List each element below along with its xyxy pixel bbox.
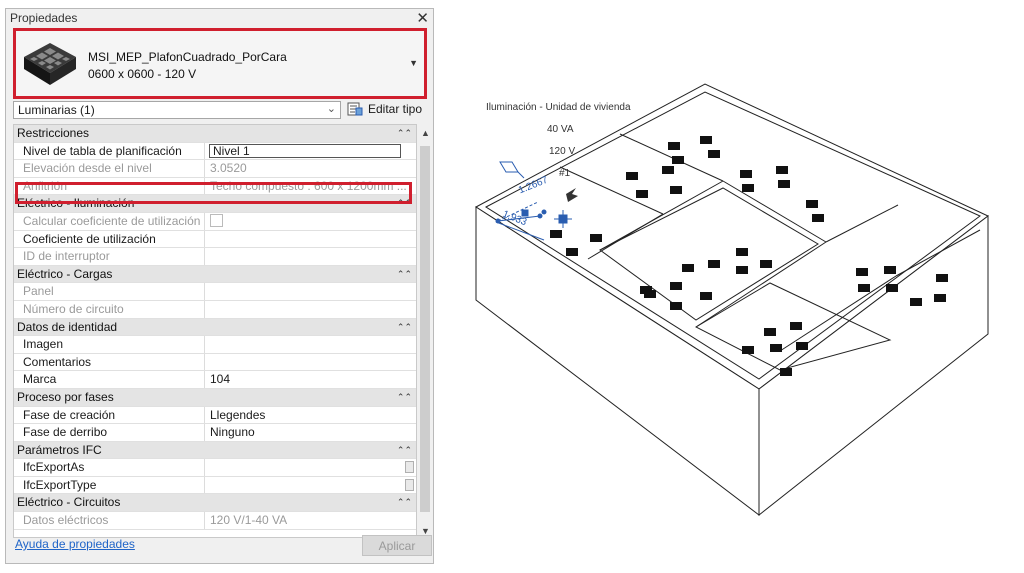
- section-identidad[interactable]: Datos de identidad ⌃⌃: [14, 318, 416, 337]
- prop-row-anfitrion: Anfitrión Techo compuesto : 600 x 1200mm…: [14, 177, 416, 196]
- prop-row-panel: Panel: [14, 283, 416, 301]
- edit-type-icon: [347, 102, 363, 116]
- prop-row-derribo[interactable]: Fase de derribo Ninguno: [14, 424, 416, 442]
- edit-value-button[interactable]: [405, 461, 414, 474]
- prop-value: [206, 301, 416, 318]
- prop-value[interactable]: [206, 477, 416, 494]
- prop-label: Elevación desde el nivel: [14, 160, 205, 177]
- type-family-name: MSI_MEP_PlafonCuadrado_PorCara: [88, 50, 287, 64]
- prop-row-elevacion: Elevación desde el nivel 3.0520: [14, 160, 416, 178]
- close-icon[interactable]: ✕: [416, 9, 429, 27]
- edit-type-label: Editar tipo: [368, 102, 423, 116]
- prop-label: Marca: [14, 371, 205, 388]
- ceiling-light-thumbnail: [24, 43, 76, 85]
- prop-value[interactable]: Llegendes: [206, 407, 416, 424]
- prop-value[interactable]: [206, 354, 416, 371]
- prop-row-calc-coef[interactable]: Calcular coeficiente de utilización: [14, 212, 416, 231]
- prop-row-datos-electricos: Datos eléctricos 120 V/1-40 VA: [14, 512, 416, 530]
- section-ifc[interactable]: Parámetros IFC ⌃⌃: [14, 441, 416, 460]
- prop-row-interruptor[interactable]: ID de interruptor: [14, 248, 416, 266]
- prop-label: Coeficiente de utilización: [14, 230, 205, 248]
- prop-row-circuito: Número de circuito: [14, 300, 416, 319]
- prop-label: Imagen: [14, 336, 205, 353]
- prop-row-exporttype[interactable]: IfcExportType: [14, 476, 416, 495]
- prop-label: Calcular coeficiente de utilización: [14, 212, 205, 230]
- prop-value: Techo compuesto : 600 x 1200mm ...: [210, 178, 407, 193]
- scrollbar-thumb[interactable]: [420, 146, 430, 512]
- prop-label: Comentarios: [14, 353, 205, 371]
- prop-row-marca[interactable]: Marca 104: [14, 371, 416, 389]
- workplane-icon: [499, 161, 525, 179]
- chevron-down-icon: ⌄: [326, 103, 336, 115]
- tag-line-1[interactable]: Iluminación - Unidad de vivienda: [486, 102, 631, 113]
- grid-scrollbar[interactable]: ▲ ▼: [418, 124, 433, 538]
- category-filter-value: Luminarias (1): [18, 103, 95, 117]
- prop-label: Número de circuito: [14, 300, 205, 318]
- section-restricciones[interactable]: Restricciones ⌃⌃: [14, 125, 416, 143]
- section-title: Eléctrico - Iluminación: [17, 196, 135, 211]
- section-title: Restricciones: [17, 126, 90, 140]
- collapse-icon[interactable]: ⌃⌃: [397, 494, 412, 512]
- collapse-icon[interactable]: ⌃⌃: [397, 125, 412, 143]
- properties-grid: Restricciones ⌃⌃ Nivel de tabla de plani…: [13, 124, 417, 538]
- prop-label: Datos eléctricos: [14, 512, 205, 529]
- 3d-view[interactable]: Iluminación - Unidad de vivienda 40 VA 1…: [440, 70, 1024, 570]
- type-name: 0600 x 0600 - 120 V: [88, 67, 197, 81]
- edit-type-button[interactable]: Editar tipo: [347, 100, 429, 120]
- calc-coef-checkbox[interactable]: [210, 214, 223, 228]
- scroll-up-icon[interactable]: ▲: [421, 128, 430, 138]
- collapse-icon[interactable]: ⌃⌃: [397, 319, 412, 337]
- section-circuitos[interactable]: Eléctrico - Circuitos ⌃⌃: [14, 494, 416, 513]
- palette-title: Propiedades: [10, 11, 78, 25]
- prop-value: [206, 213, 416, 230]
- prop-value[interactable]: 104: [206, 371, 416, 388]
- prop-label: Fase de derribo: [14, 424, 205, 441]
- dropdown-arrow-icon[interactable]: ▼: [409, 58, 418, 68]
- type-selector[interactable]: MSI_MEP_PlafonCuadrado_PorCara 0600 x 06…: [13, 28, 427, 99]
- apply-button[interactable]: Aplicar: [362, 535, 432, 556]
- collapse-icon[interactable]: ⌃⌃: [397, 442, 412, 460]
- prop-value[interactable]: Ninguno: [206, 424, 416, 441]
- nivel-input[interactable]: Nivel 1: [209, 143, 401, 158]
- prop-row-exportas[interactable]: IfcExportAs: [14, 459, 416, 477]
- prop-row-nivel[interactable]: Nivel de tabla de planificación Nivel 1: [14, 142, 416, 161]
- collapse-icon[interactable]: ⌃⌃: [397, 389, 412, 407]
- prop-label: Anfitrión: [14, 177, 205, 195]
- prop-label: IfcExportType: [14, 476, 205, 494]
- prop-value[interactable]: [206, 336, 416, 353]
- tag-line-2: 40 VA: [547, 124, 574, 135]
- collapse-icon[interactable]: ⌃⌃: [397, 195, 412, 213]
- prop-value[interactable]: [206, 459, 416, 476]
- prop-row-coef[interactable]: Coeficiente de utilización: [14, 230, 416, 249]
- prop-label: Nivel de tabla de planificación: [14, 142, 205, 160]
- isometric-model[interactable]: [440, 70, 1024, 570]
- section-title: Eléctrico - Cargas: [17, 266, 113, 281]
- prop-value: 120 V/1-40 VA: [210, 513, 288, 528]
- prop-label: IfcExportAs: [14, 459, 205, 476]
- properties-palette: Propiedades ✕ MSI_MEP_PlafonCuadrado_Por…: [5, 8, 434, 564]
- prop-row-creacion[interactable]: Fase de creación Llegendes: [14, 406, 416, 425]
- section-title: Parámetros IFC: [17, 442, 102, 457]
- section-cargas[interactable]: Eléctrico - Cargas ⌃⌃: [14, 265, 416, 284]
- category-filter-select[interactable]: Luminarias (1) ⌄: [13, 101, 341, 119]
- section-fases[interactable]: Proceso por fases ⌃⌃: [14, 388, 416, 407]
- tag-line-3: 120 V: [549, 146, 576, 157]
- prop-row-comentarios[interactable]: Comentarios: [14, 353, 416, 372]
- section-title: Eléctrico - Circuitos: [17, 495, 121, 510]
- prop-value: 3.0520: [210, 161, 247, 176]
- prop-value: [206, 283, 416, 300]
- prop-row-imagen[interactable]: Imagen: [14, 336, 416, 354]
- collapse-icon[interactable]: ⌃⌃: [397, 266, 412, 284]
- section-iluminacion[interactable]: Eléctrico - Iluminación ⌃⌃: [14, 195, 416, 213]
- prop-label: Fase de creación: [14, 406, 205, 424]
- tag-line-4: #1: [559, 168, 571, 179]
- prop-label: Panel: [14, 283, 205, 300]
- section-title: Datos de identidad: [17, 319, 118, 334]
- prop-label: ID de interruptor: [14, 248, 205, 265]
- edit-value-button[interactable]: [405, 478, 414, 491]
- properties-help-link[interactable]: Ayuda de propiedades: [15, 537, 135, 551]
- prop-value[interactable]: [206, 231, 416, 248]
- prop-value[interactable]: [206, 248, 416, 265]
- section-title: Proceso por fases: [17, 389, 114, 404]
